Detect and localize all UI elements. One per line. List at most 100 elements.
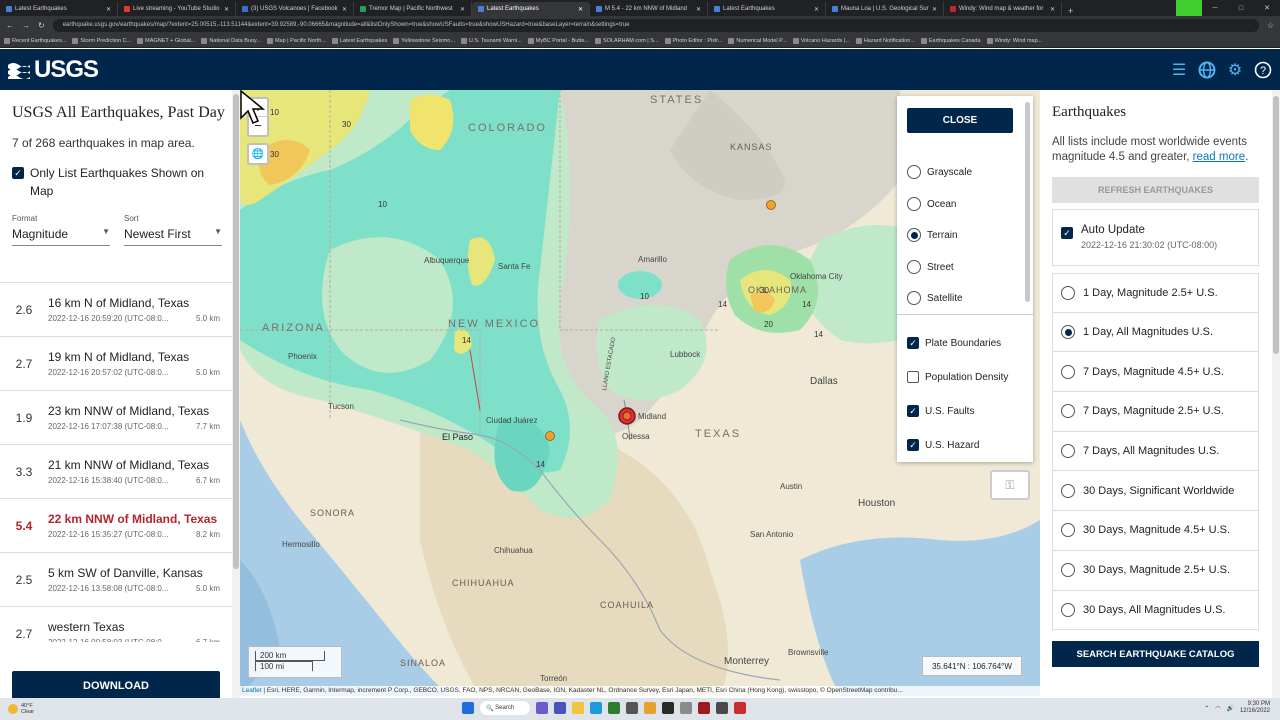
overlay-option[interactable]: ✓ Plate Boundaries	[907, 337, 1001, 349]
browser-tab[interactable]: Latest Earthquakes ✕	[708, 2, 826, 16]
earthquake-list-item[interactable]: 5.4 22 km NNW of Midland, Texas 2022-12-16…	[0, 499, 232, 553]
scrollbar-thumb[interactable]	[233, 94, 239, 569]
close-layers-button[interactable]: CLOSE	[907, 108, 1013, 133]
earthquake-list-item[interactable]: 2.7 western Texas 2022-12-16 00:58:03 (UTC…	[0, 607, 232, 642]
browser-tab[interactable]: M 5.4 - 22 km NNW of Midland ✕	[590, 2, 708, 16]
radio-button[interactable]	[907, 228, 921, 242]
weather-widget[interactable]: 40°F Clear	[0, 703, 34, 715]
world-view-button[interactable]: 🌐	[247, 143, 269, 165]
bookmark-item[interactable]: Earthquakes Canada	[920, 37, 981, 44]
bookmark-item[interactable]: Photo Editor : Pixlr...	[664, 37, 722, 44]
auto-update-checkbox[interactable]: ✓ Auto Update 2022-12-16 21:30:02 (UTC-0…	[1052, 209, 1259, 266]
taskview-icon[interactable]	[536, 702, 548, 714]
obs-icon[interactable]	[662, 702, 674, 714]
settings-scrollbar[interactable]	[1272, 90, 1280, 698]
close-tab-icon[interactable]: ✕	[696, 6, 701, 13]
app-icon[interactable]	[680, 702, 692, 714]
bookmark-item[interactable]: Hazard Notification...	[855, 37, 915, 44]
checkbox-checked-icon[interactable]: ✓	[907, 337, 919, 349]
radio-button[interactable]	[1061, 404, 1075, 419]
radio-button[interactable]	[1061, 364, 1075, 379]
chevron-up-icon[interactable]: ⌃	[1204, 705, 1209, 712]
bookmark-item[interactable]: U.S. Tsunami Warni...	[460, 37, 522, 44]
radio-button[interactable]	[907, 260, 921, 274]
checkbox-unchecked-icon[interactable]	[907, 371, 919, 383]
overlay-option[interactable]: ✓ U.S. Hazard	[907, 439, 979, 451]
refresh-earthquakes-button[interactable]: REFRESH EARTHQUAKES	[1052, 177, 1259, 203]
base-layer-option[interactable]: Terrain	[907, 228, 958, 242]
new-tab-button[interactable]: +	[1062, 6, 1079, 16]
chrome-icon[interactable]	[644, 702, 656, 714]
forward-icon[interactable]: →	[22, 21, 30, 30]
teams-icon[interactable]	[554, 702, 566, 714]
feed-option[interactable]: 7 Days, Magnitude 4.5+ U.S.	[1052, 352, 1259, 393]
format-select[interactable]: Format Magnitude ▼	[12, 214, 110, 246]
read-more-link[interactable]: read more	[1193, 151, 1245, 163]
bookmark-item[interactable]: National Data Buoy...	[201, 37, 261, 44]
xbox-icon[interactable]	[608, 702, 620, 714]
radio-button[interactable]	[1061, 285, 1075, 300]
radio-button[interactable]	[1061, 483, 1075, 498]
bookmark-item[interactable]: Latest Earthquakes	[331, 37, 387, 44]
radio-button[interactable]	[907, 197, 921, 211]
browser-tab[interactable]: Latest Earthquakes ✕	[0, 2, 118, 16]
maximize-icon[interactable]: □	[1228, 0, 1254, 16]
radio-button[interactable]	[1061, 563, 1075, 578]
feed-option[interactable]: 7 Days, Magnitude 2.5+ U.S.	[1052, 392, 1259, 432]
feed-option[interactable]: 7 Days, All Magnitudes U.S.	[1052, 431, 1259, 472]
browser-tab[interactable]: Latest Earthquakes ✕	[472, 2, 590, 16]
app-icon[interactable]	[626, 702, 638, 714]
bookmark-item[interactable]: Recent Earthquakes...	[4, 37, 66, 44]
base-layer-option[interactable]: Street	[907, 260, 954, 274]
radio-button[interactable]	[907, 165, 921, 179]
scrollbar-thumb[interactable]	[1025, 102, 1030, 302]
earthquake-list-item[interactable]: 2.5 5 km SW of Danville, Kansas 2022-12-16…	[0, 553, 232, 607]
wifi-icon[interactable]: ◠	[1215, 705, 1220, 712]
bookmark-item[interactable]: Yellowstone Seismo...	[393, 37, 455, 44]
globe-icon[interactable]	[1198, 61, 1216, 79]
bookmark-item[interactable]: MAGNET + Global...	[137, 37, 195, 44]
base-layer-option[interactable]: Satellite	[907, 291, 963, 305]
list-scrollbar[interactable]	[232, 90, 240, 720]
close-tab-icon[interactable]: ✕	[932, 6, 937, 13]
bookmark-item[interactable]: MyBC Portal - Butte...	[527, 37, 589, 44]
feed-option[interactable]: 30 Days, Magnitude 4.5+ U.S.	[1052, 511, 1259, 551]
bookmark-item[interactable]: Volcano Hazards |...	[792, 37, 850, 44]
feed-option[interactable]: 1 Day, All Magnitudes U.S.	[1052, 312, 1259, 353]
sort-select[interactable]: Sort Newest First ▼	[124, 214, 222, 246]
minimize-icon[interactable]: ─	[1202, 0, 1228, 16]
close-window-icon[interactable]: ✕	[1254, 0, 1280, 16]
radio-button[interactable]	[1061, 444, 1075, 459]
checkbox-checked-icon[interactable]: ✓	[12, 167, 24, 179]
back-icon[interactable]: ←	[6, 21, 14, 30]
reload-icon[interactable]: ↻	[38, 21, 45, 30]
gear-icon[interactable]: ⚙	[1226, 61, 1244, 79]
layer-scrollbar[interactable]	[1025, 102, 1031, 456]
base-layer-option[interactable]: Ocean	[907, 197, 956, 211]
scrollbar-thumb[interactable]	[1273, 96, 1279, 354]
browser-tab[interactable]: Tremor Map | Pacific Northwest ✕	[354, 2, 472, 16]
overlay-option[interactable]: Population Density	[907, 371, 1008, 383]
volume-icon[interactable]: 🔊	[1226, 705, 1233, 712]
bookmark-star-icon[interactable]: ☆	[1267, 21, 1274, 30]
earthquake-list-item[interactable]: 1.9 23 km NNW of Midland, Texas 2022-12-16…	[0, 391, 232, 445]
feed-option[interactable]: 1 Day, Magnitude 2.5+ U.S.	[1052, 273, 1259, 313]
feed-option[interactable]: 30 Days, All Magnitudes U.S.	[1052, 590, 1259, 631]
checkbox-checked-icon[interactable]: ✓	[1061, 227, 1073, 239]
close-tab-icon[interactable]: ✕	[106, 6, 111, 13]
bookmark-item[interactable]: Numerical Model P...	[728, 37, 787, 44]
radio-button[interactable]	[1061, 523, 1075, 538]
edge-icon[interactable]	[590, 702, 602, 714]
bookmark-item[interactable]: Windy: Wind map...	[986, 37, 1042, 44]
browser-tab[interactable]: Mauna Loa | U.S. Geological Sur ✕	[826, 2, 944, 16]
checkbox-checked-icon[interactable]: ✓	[907, 439, 919, 451]
help-icon[interactable]: ?	[1254, 61, 1272, 79]
close-tab-icon[interactable]: ✕	[342, 6, 347, 13]
bookmark-item[interactable]: Storm Prediction C...	[72, 37, 131, 44]
base-layer-option[interactable]: Grayscale	[907, 165, 972, 179]
download-button[interactable]: DOWNLOAD	[12, 671, 220, 701]
earthquake-map[interactable]: STATES COLORADO KANSAS OKLAHOMA ARIZONA …	[240, 90, 1040, 696]
earthquake-list-item[interactable]: 3.3 21 km NNW of Midland, Texas 2022-12-16…	[0, 445, 232, 499]
only-list-shown-checkbox[interactable]: ✓ Only List Earthquakes Shown on Map	[0, 150, 239, 200]
close-tab-icon[interactable]: ✕	[578, 6, 583, 13]
